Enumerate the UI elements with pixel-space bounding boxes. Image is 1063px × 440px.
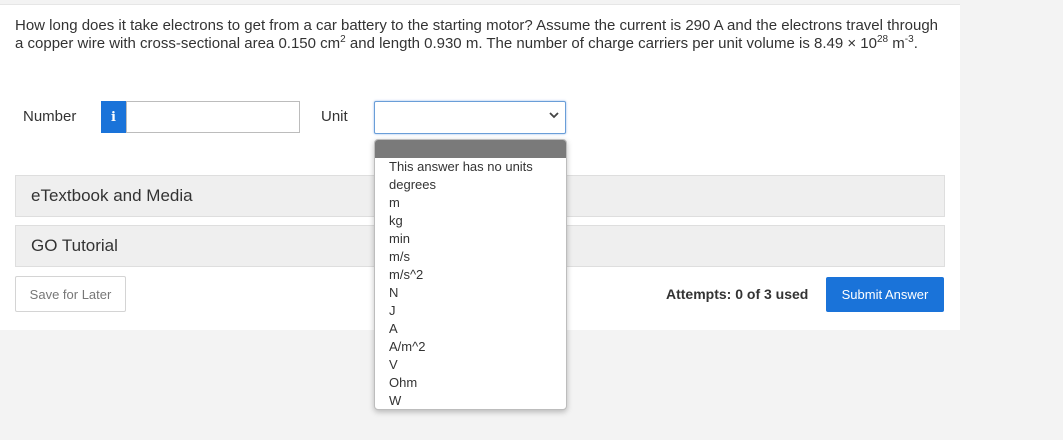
unit-option[interactable]: Ohm bbox=[375, 374, 566, 392]
question-part: and length 0.930 m. The number of charge… bbox=[345, 35, 877, 52]
unit-option[interactable]: m bbox=[375, 194, 566, 212]
question-text: How long does it take electrons to get f… bbox=[15, 17, 945, 53]
unit-option[interactable]: W bbox=[375, 392, 566, 409]
info-icon[interactable]: i bbox=[101, 101, 126, 133]
superscript: 28 bbox=[877, 34, 889, 45]
superscript: -3 bbox=[904, 34, 914, 45]
go-tutorial-label: GO Tutorial bbox=[31, 236, 118, 255]
unit-options: This answer has no units degrees m kg min m/s… bbox=[375, 158, 566, 409]
unit-select[interactable] bbox=[374, 101, 566, 134]
unit-label: Unit bbox=[321, 108, 348, 125]
unit-option[interactable]: m/s^2 bbox=[375, 266, 566, 284]
save-for-later-button[interactable]: Save for Later bbox=[15, 276, 126, 312]
chevron-down-icon bbox=[549, 110, 559, 123]
unit-option[interactable]: degrees bbox=[375, 176, 566, 194]
unit-option[interactable]: This answer has no units bbox=[375, 158, 566, 176]
unit-option[interactable]: V bbox=[375, 356, 566, 374]
highlighted-option[interactable] bbox=[375, 140, 566, 158]
question-part: m bbox=[888, 35, 905, 52]
etextbook-label: eTextbook and Media bbox=[31, 186, 193, 205]
unit-dropdown-list: This answer has no units degrees m kg min m/s… bbox=[374, 139, 567, 410]
submit-answer-button[interactable]: Submit Answer bbox=[826, 277, 944, 312]
attempts-counter: Attempts: 0 of 3 used bbox=[666, 286, 809, 302]
unit-option[interactable]: m/s bbox=[375, 248, 566, 266]
unit-option[interactable]: A bbox=[375, 320, 566, 338]
unit-option[interactable]: A/m^2 bbox=[375, 338, 566, 356]
unit-option[interactable]: min bbox=[375, 230, 566, 248]
unit-option[interactable]: J bbox=[375, 302, 566, 320]
unit-option[interactable]: kg bbox=[375, 212, 566, 230]
unit-option[interactable]: N bbox=[375, 284, 566, 302]
question-part: . bbox=[913, 35, 918, 52]
number-label: Number bbox=[23, 108, 77, 125]
number-input[interactable] bbox=[126, 101, 300, 133]
